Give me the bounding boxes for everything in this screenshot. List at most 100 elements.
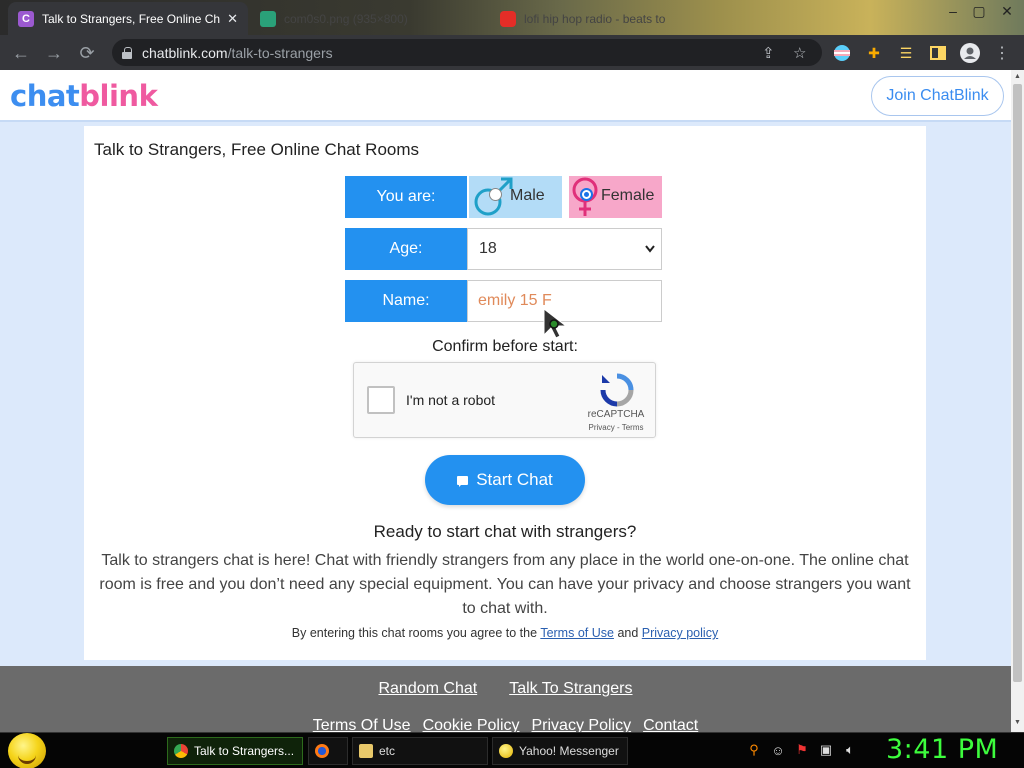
- chat-form-card: Talk to Strangers, Free Online Chat Room…: [84, 126, 926, 660]
- tab-youtube[interactable]: lofi hip hop radio - beats to: [490, 2, 710, 35]
- bookmark-star-icon[interactable]: ☆: [793, 44, 806, 62]
- forward-arrow-icon[interactable]: →: [43, 42, 65, 64]
- footer-contact-link[interactable]: Contact: [643, 717, 698, 732]
- taskbar-task-label: Yahoo! Messenger: [519, 744, 619, 758]
- browser-tabstrip: C Talk to Strangers, Free Online Ch ✕ co…: [0, 0, 1024, 35]
- footer-terms-link[interactable]: Terms Of Use: [313, 717, 411, 732]
- chrome-icon: [174, 744, 188, 758]
- lock-icon: [122, 46, 132, 59]
- chatblink-logo[interactable]: chatblink: [10, 79, 158, 113]
- profile-avatar-icon[interactable]: [960, 43, 980, 63]
- terms-prefix: By entering this chat rooms you agree to…: [291, 626, 538, 640]
- taskbar-task-label: Talk to Strangers...: [194, 744, 295, 758]
- recaptcha-widget: I'm not a robot reCAPTCHA Privacy - Term…: [353, 362, 656, 438]
- tab-image[interactable]: com0s0.png (935×800): [250, 2, 490, 35]
- terms-and: and: [617, 626, 639, 640]
- search-icon[interactable]: ⚲: [746, 742, 762, 758]
- gender-female-option[interactable]: Female: [569, 176, 662, 218]
- tab-talk-to-strangers[interactable]: C Talk to Strangers, Free Online Ch ✕: [8, 2, 248, 35]
- maximize-button[interactable]: ▢: [966, 0, 992, 22]
- tab-label: Talk to Strangers, Free Online Ch: [42, 11, 221, 26]
- chatblink-favicon-icon: C: [18, 10, 34, 27]
- back-arrow-icon[interactable]: ←: [10, 42, 32, 64]
- image-favicon-icon: [260, 10, 276, 27]
- age-value: 18: [479, 240, 497, 257]
- page-scrollbar[interactable]: ▲ ▼: [1011, 70, 1024, 732]
- network-icon[interactable]: ▣: [818, 742, 834, 758]
- screen: C Talk to Strangers, Free Online Ch ✕ co…: [0, 0, 1024, 768]
- male-label: Male: [510, 187, 545, 204]
- taskbar-etc-task[interactable]: etc: [352, 737, 488, 765]
- confirm-text: Confirm before start:: [432, 338, 578, 355]
- messenger-tray-icon[interactable]: ☺: [770, 742, 786, 758]
- close-icon[interactable]: ✕: [227, 11, 238, 27]
- page-title: Talk to Strangers, Free Online Chat Room…: [94, 140, 420, 159]
- action-center-flag-icon[interactable]: ⚑: [794, 742, 810, 758]
- volume-icon[interactable]: 🔈︎: [842, 742, 858, 758]
- site-footer: Random Chat Talk To Strangers Terms Of Us…: [0, 666, 1011, 732]
- taskbar-firefox-task[interactable]: [308, 737, 348, 765]
- os-taskbar: Talk to Strangers... etc Yahoo! Messenge…: [0, 732, 1024, 768]
- name-label: Name:: [345, 280, 467, 322]
- footer-privacy-link[interactable]: Privacy Policy: [532, 717, 632, 732]
- tab-label: com0s0.png (935×800): [284, 11, 408, 26]
- firefox-icon: [315, 744, 329, 758]
- scroll-down-icon[interactable]: ▼: [1014, 719, 1021, 726]
- logo-part-blink: blink: [79, 79, 158, 113]
- recaptcha-logo-icon: [600, 373, 634, 407]
- gender-label: You are:: [345, 176, 467, 218]
- terms-of-use-link[interactable]: Terms of Use: [540, 626, 614, 640]
- url-path: /talk-to-strangers: [227, 44, 333, 61]
- age-select[interactable]: 18: [467, 228, 662, 270]
- random-chat-link[interactable]: Random Chat: [378, 680, 477, 697]
- recaptcha-label: I'm not a robot: [406, 392, 496, 408]
- logo-part-chat: chat: [10, 79, 80, 113]
- description-text: Talk to strangers chat is here! Chat wit…: [99, 552, 911, 617]
- ready-heading: Ready to start chat with strangers?: [373, 522, 637, 541]
- taskbar-chrome-task[interactable]: Talk to Strangers...: [167, 737, 303, 765]
- site-header: chatblink Join ChatBlink: [0, 70, 1011, 122]
- privacy-policy-link[interactable]: Privacy policy: [642, 626, 718, 640]
- tab-label: lofi hip hop radio - beats to: [524, 11, 666, 26]
- terms-notice: By entering this chat rooms you agree to…: [84, 626, 926, 640]
- chevron-down-icon: [645, 241, 655, 256]
- talk-to-strangers-link[interactable]: Talk To Strangers: [509, 680, 632, 697]
- menu-kebab-icon[interactable]: ⋮: [992, 43, 1012, 63]
- puzzle-extension-icon[interactable]: ✚: [864, 43, 884, 63]
- start-chat-label: Start Chat: [476, 470, 553, 489]
- recaptcha-brand: reCAPTCHA: [587, 409, 645, 420]
- start-chat-button[interactable]: Start Chat: [425, 455, 585, 505]
- address-bar[interactable]: chatblink.com/talk-to-strangers ⇪ ☆: [112, 39, 822, 66]
- mouse-cursor-icon: [543, 307, 568, 339]
- male-radio[interactable]: [489, 188, 502, 201]
- scroll-thumb[interactable]: [1013, 84, 1022, 682]
- youtube-favicon-icon: [500, 10, 516, 27]
- female-radio[interactable]: [580, 188, 593, 201]
- close-window-button[interactable]: ✕: [994, 0, 1020, 22]
- browser-toolbar: ← → ⟳ chatblink.com/talk-to-strangers ⇪ …: [0, 35, 1024, 70]
- recaptcha-checkbox[interactable]: [367, 386, 395, 414]
- recaptcha-links[interactable]: Privacy - Terms: [582, 423, 650, 432]
- taskbar-yahoo-task[interactable]: Yahoo! Messenger: [492, 737, 628, 765]
- reload-icon[interactable]: ⟳: [76, 42, 98, 64]
- scroll-up-icon[interactable]: ▲: [1014, 73, 1021, 80]
- gender-male-option[interactable]: Male: [469, 176, 562, 218]
- taskbar-clock[interactable]: 3:41 PM: [886, 734, 998, 765]
- footer-links-row2: Terms Of Use Cookie Policy Privacy Policy C…: [0, 717, 1011, 732]
- media-playlist-icon[interactable]: ☰: [896, 43, 916, 63]
- folder-icon: [359, 744, 373, 758]
- footer-cookie-link[interactable]: Cookie Policy: [423, 717, 520, 732]
- side-panel-icon[interactable]: [928, 43, 948, 63]
- yahoo-messenger-icon: [499, 744, 513, 758]
- url-host: chatblink.com: [142, 44, 228, 61]
- female-label: Female: [601, 187, 655, 204]
- start-smiley-icon[interactable]: [8, 733, 46, 768]
- trans-flag-extension-icon[interactable]: [832, 43, 852, 63]
- taskbar-task-label: etc: [379, 744, 396, 758]
- minimize-button[interactable]: –: [940, 0, 966, 22]
- join-chatblink-button[interactable]: Join ChatBlink: [871, 76, 1004, 116]
- share-icon[interactable]: ⇪: [762, 44, 775, 62]
- page-viewport: chatblink Join ChatBlink Talk to Strange…: [0, 70, 1011, 732]
- age-label: Age:: [345, 228, 467, 270]
- footer-links-row1: Random Chat Talk To Strangers: [0, 680, 1011, 698]
